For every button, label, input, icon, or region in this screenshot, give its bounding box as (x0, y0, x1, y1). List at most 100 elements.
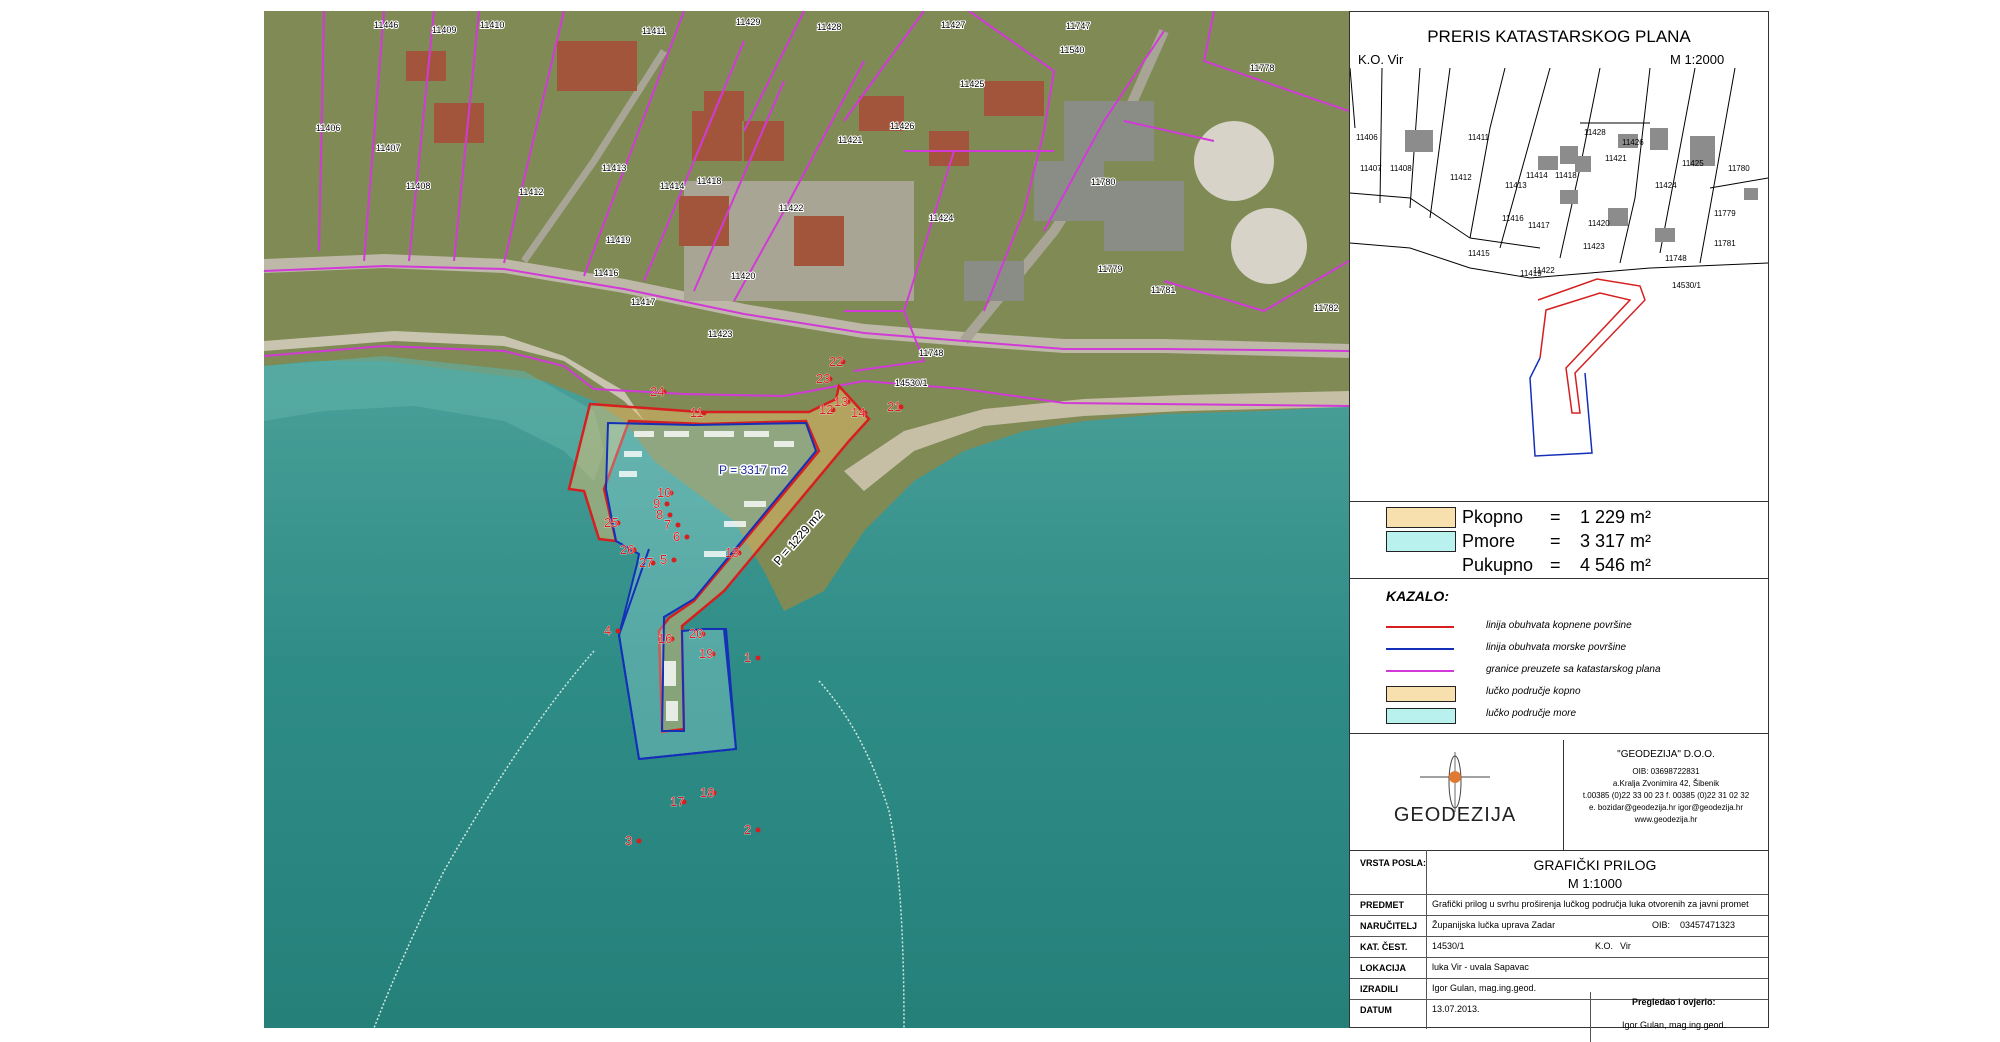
mini-parcel-label: 14530/1 (1672, 281, 1701, 290)
area-swatch (1386, 531, 1456, 552)
parcel-label: 11424 (929, 213, 953, 223)
legend-panel: PRERIS KATASTARSKOG PLANA K.O. Vir M 1:2… (1349, 11, 1769, 1042)
logo-text: GEODEZIJA (1393, 804, 1517, 826)
kazalo-swatch (1386, 708, 1456, 724)
tb-row-value: 13.07.2013. (1432, 1004, 1480, 1014)
tb-row-label: PREDMET (1360, 900, 1405, 910)
parcel-label: 11413 (602, 163, 626, 173)
tb-row-label: NARUČITELJ (1360, 921, 1418, 931)
kazalo-text: granice preuzete sa katastarskog plana (1486, 664, 1661, 675)
area-label: Pmore (1462, 531, 1516, 551)
tb-col-divider (1426, 850, 1427, 1029)
point-number: 25 (604, 515, 618, 530)
parcel-label: 11414 (660, 181, 684, 191)
kazalo-swatch (1386, 686, 1456, 702)
company-info: OIB: 03698722831 a.Kralja Zvonimira 42, … (1566, 766, 1766, 826)
point-number: 20 (689, 626, 703, 641)
point-number: 24 (650, 384, 664, 399)
parcel-label: 11427 (941, 20, 965, 30)
point-marker (636, 838, 642, 844)
point-number: 16 (658, 631, 672, 646)
parcel-label: 11429 (736, 17, 760, 27)
mini-parcel-label: 11408 (1390, 164, 1412, 173)
kazalo-swatch (1386, 670, 1454, 672)
mini-parcel-label: 11422 (1533, 266, 1555, 275)
point-number: 7 (664, 517, 671, 532)
mini-parcel-label: 11781 (1714, 239, 1736, 248)
point-number: 26 (620, 542, 634, 557)
divider-4 (1350, 850, 1768, 851)
company-name: "GEODEZIJA" D.O.O. (1617, 749, 1715, 760)
vrsta-value: GRAFIČKI PRILOG (1533, 857, 1657, 873)
parcel-label: 11421 (838, 135, 862, 145)
tb-row-line (1350, 957, 1768, 958)
divider-2 (1350, 578, 1768, 579)
point-number: 14 (851, 405, 865, 420)
mini-parcel-label: 11407 (1360, 164, 1382, 173)
tb-row-label: DATUM (1360, 1005, 1392, 1015)
parcel-label: 11418 (697, 176, 721, 186)
parcel-label: 11417 (631, 297, 655, 307)
parcel-label: 11408 (406, 181, 430, 191)
mini-parcel-label: 11412 (1450, 173, 1472, 182)
parcel-label: 11748 (919, 348, 943, 358)
tb-ko-label: K.O. (1595, 941, 1614, 951)
cadastral-overview-svg: 11406 11407 11408 11411 11412 1141311414 11418… (1350, 68, 1768, 457)
area-label: Pkopno (1462, 507, 1524, 527)
point-marker (684, 534, 690, 540)
logo-divider (1563, 740, 1564, 850)
kazalo-swatch (1386, 626, 1454, 628)
point-marker (755, 827, 761, 833)
kazalo-text: lučko područje kopno (1486, 686, 1581, 697)
kazalo-text: lučko područje more (1486, 708, 1577, 719)
area-value: 1 229 m² (1580, 507, 1652, 527)
mini-sea-outline (1529, 357, 1593, 457)
tb-ko-value: Vir (1620, 941, 1631, 951)
ko-label: K.O. Vir (1358, 52, 1404, 67)
parcel-label: 11781 (1151, 285, 1175, 295)
tb-row-label: KAT. ČEST. (1360, 942, 1408, 952)
company-email: e. bozidar@geodezija.hr igor@geodezija.h… (1588, 803, 1744, 812)
kazalo-swatch (1386, 648, 1454, 650)
parcel-label: 11426 (890, 121, 914, 131)
parcel-label: 11416 (594, 268, 618, 278)
parcel-label: 11423 (708, 329, 732, 339)
point-number: 18 (700, 785, 714, 800)
mini-parcel-label: 11413 (1505, 181, 1527, 190)
divider-1 (1350, 501, 1768, 502)
tb-row-value: Županijska lučka uprava Zadar (1432, 920, 1556, 930)
point-number: 17 (670, 794, 684, 809)
tb-check-label: Pregledao i ovjerio: (1632, 997, 1716, 1007)
mini-parcel-label: 11416 (1502, 214, 1524, 223)
parcel-label: 11406 (316, 123, 340, 133)
parcel-label: 11412 (519, 187, 543, 197)
tank-1 (1194, 121, 1274, 201)
point-number: 3 (625, 833, 632, 848)
vrsta-scale: M 1:1000 (1567, 876, 1623, 891)
point-marker (615, 628, 621, 634)
kazalo-text: linija obuhvata morske površine (1486, 642, 1627, 653)
map-svg: 11446 11409 114101141111429 11428 11427 11747… (264, 11, 1349, 1028)
company-phone: t.00385 (0)22 33 00 23 f. 00385 (0)22 31… (1582, 791, 1750, 800)
parcel-label: 11411 (642, 26, 666, 36)
tb-row-value: Igor Gulan, mag.ing.geod. (1432, 983, 1537, 993)
parcel-label: 11407 (376, 143, 400, 153)
vrsta-label: VRSTA POSLA: (1360, 858, 1427, 868)
point-number: 27 (639, 555, 653, 570)
divider-3 (1350, 733, 1768, 734)
area-value: 4 546 m² (1580, 555, 1652, 575)
area-label-sea: P = 3317 m2 (719, 463, 787, 477)
parcel-label: 11540 (1060, 45, 1084, 55)
mini-parcel-label: 11411 (1468, 133, 1490, 142)
mini-parcel-label: 11406 (1356, 133, 1378, 142)
tb-oib-value: 03457471323 (1680, 920, 1736, 930)
point-marker (671, 557, 677, 563)
mini-parcel-label: 11414 (1526, 171, 1548, 180)
panel-title: PRERIS KATASTARSKOG PLANA (1427, 27, 1691, 46)
parcel-label: 11409 (432, 25, 456, 35)
parcel-label: 14530/1 (895, 378, 928, 388)
parcel-label: 11782 (1314, 303, 1338, 313)
mini-parcel-label: 11779 (1714, 209, 1736, 218)
mini-parcel-label: 11780 (1728, 164, 1750, 173)
logo-icon (1420, 752, 1490, 812)
